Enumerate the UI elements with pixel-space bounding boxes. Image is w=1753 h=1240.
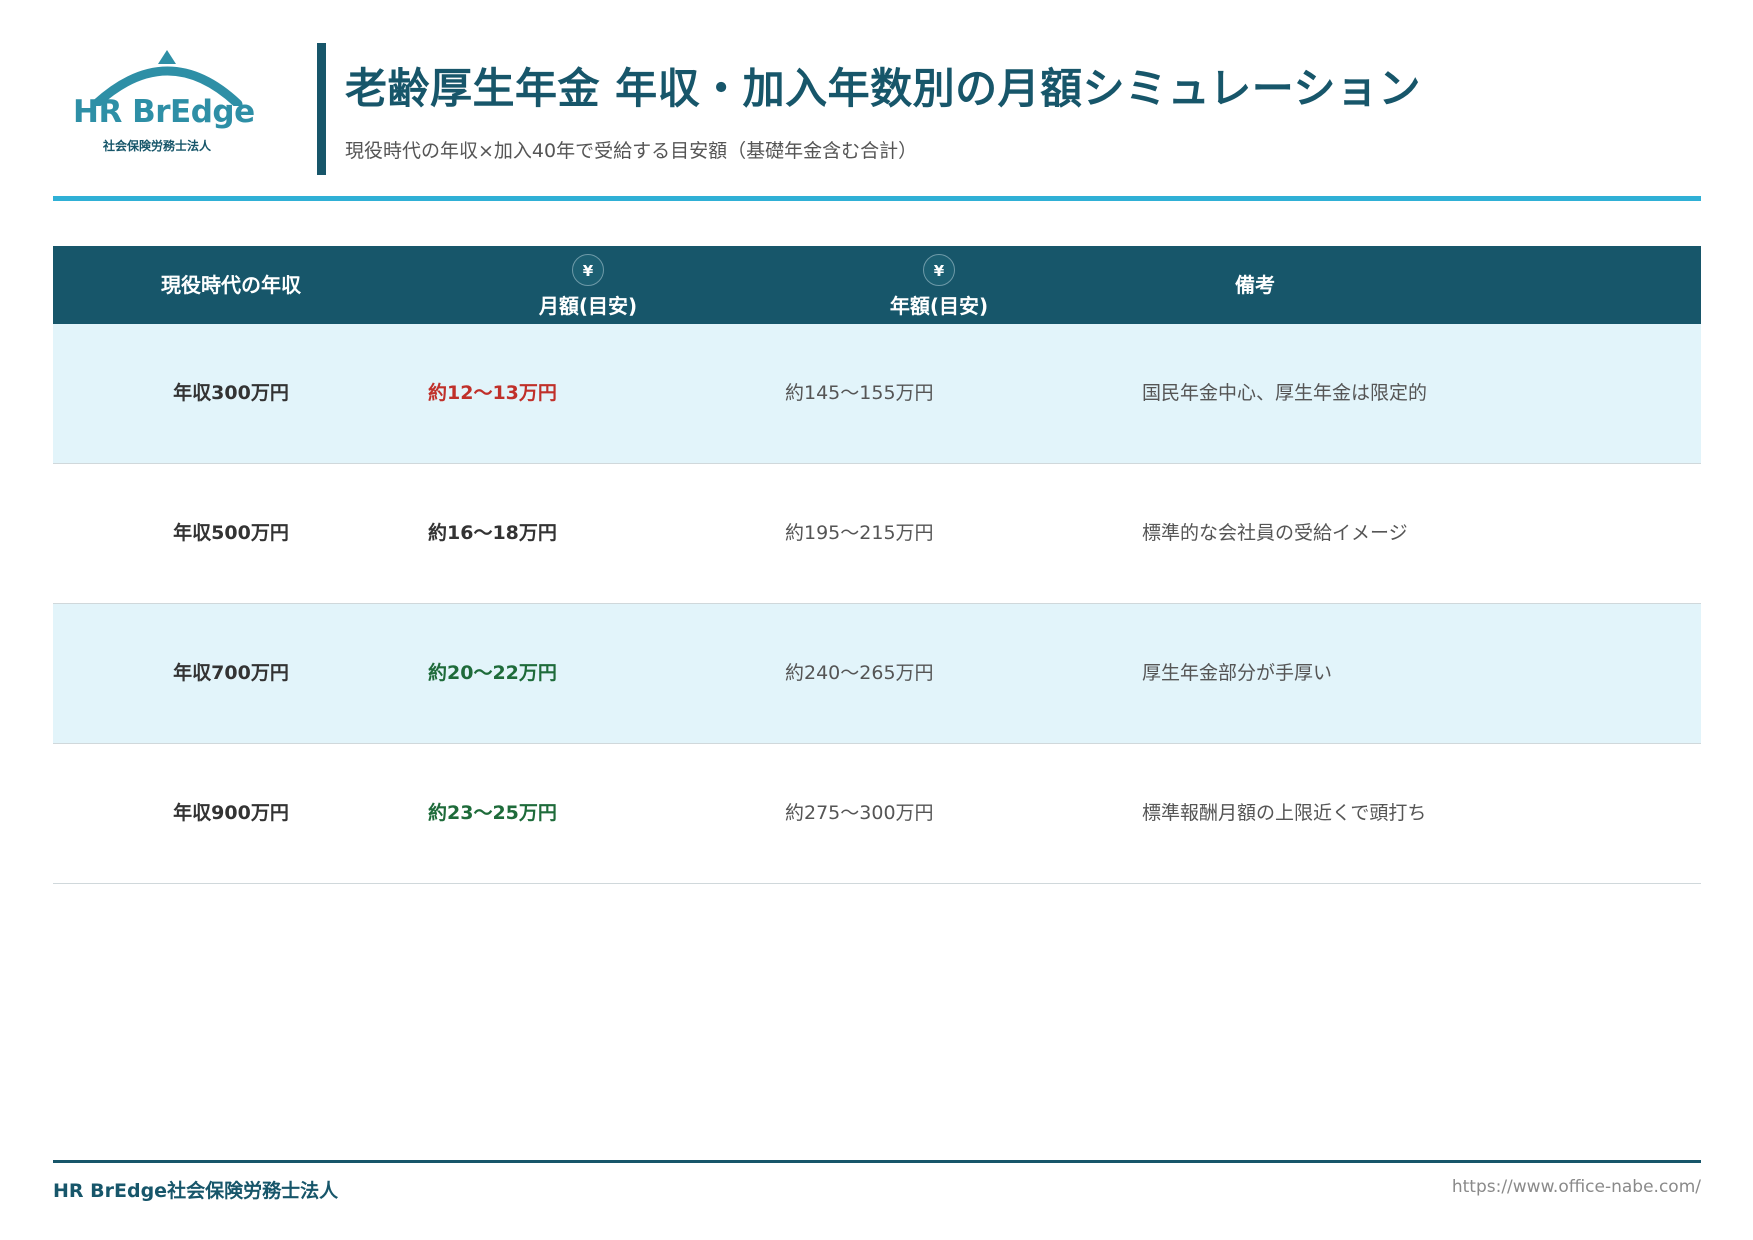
header-divider [53, 196, 1701, 201]
income-cell: 年収900万円 [173, 802, 289, 824]
header-annual: ¥ 年額(目安) [889, 246, 989, 324]
annual-cell: 約240〜265万円 [785, 662, 934, 684]
annual-cell: 約195〜215万円 [785, 522, 934, 544]
note-cell: 標準報酬月額の上限近くで頭打ち [1142, 802, 1427, 824]
table-row: 年収300万円 約12〜13万円 約145〜155万円 国民年金中心、厚生年金は… [53, 324, 1701, 464]
footer-url[interactable]: https://www.office-nabe.com/ [1452, 1177, 1701, 1197]
note-cell: 国民年金中心、厚生年金は限定的 [1142, 382, 1428, 404]
monthly-cell: 約23〜25万円 [428, 802, 557, 824]
table-header: 現役時代の年収 ¥ 月額(目安) ¥ 年額(目安) 備考 [53, 246, 1701, 324]
income-cell: 年収500万円 [173, 522, 289, 544]
table-row: 年収700万円 約20〜22万円 約240〜265万円 厚生年金部分が手厚い [53, 604, 1701, 744]
annual-cell: 約275〜300万円 [785, 802, 934, 824]
header-monthly-label: 月額(目安) [538, 294, 638, 318]
note-cell: 厚生年金部分が手厚い [1142, 662, 1333, 684]
company-logo: HR BrEdge 社会保険労務士法人 [58, 46, 268, 156]
logo-subtitle: 社会保険労務士法人 [103, 139, 212, 153]
annual-cell: 約145〜155万円 [785, 382, 934, 404]
footer-company: HR BrEdge社会保険労務士法人 [53, 1180, 339, 1202]
income-cell: 年収300万円 [173, 382, 289, 404]
income-cell: 年収700万円 [173, 662, 289, 684]
table-row: 年収900万円 約23〜25万円 約275〜300万円 標準報酬月額の上限近くで… [53, 744, 1701, 884]
header-income: 現役時代の年収 [161, 273, 301, 297]
note-cell: 標準的な会社員の受給イメージ [1142, 522, 1408, 544]
header-annual-label: 年額(目安) [889, 294, 989, 318]
page-title: 老齢厚生年金 年収・加入年数別の月額シミュレーション [345, 64, 1421, 113]
footer-divider [53, 1160, 1701, 1163]
header-note: 備考 [1235, 273, 1275, 297]
table-row: 年収500万円 約16〜18万円 約195〜215万円 標準的な会社員の受給イメ… [53, 464, 1701, 604]
yen-icon: ¥ [923, 254, 955, 286]
header-monthly: ¥ 月額(目安) [538, 246, 638, 324]
pension-table: 現役時代の年収 ¥ 月額(目安) ¥ 年額(目安) 備考 年収300万円 約12… [53, 246, 1701, 884]
yen-icon: ¥ [572, 254, 604, 286]
logo-name: HR BrEdge [73, 94, 255, 130]
page-subtitle: 現役時代の年収×加入40年で受給する目安額（基礎年金含む合計） [345, 140, 918, 162]
monthly-cell: 約16〜18万円 [428, 522, 557, 544]
monthly-cell: 約12〜13万円 [428, 382, 557, 404]
title-accent-bar [317, 43, 326, 175]
monthly-cell: 約20〜22万円 [428, 662, 557, 684]
